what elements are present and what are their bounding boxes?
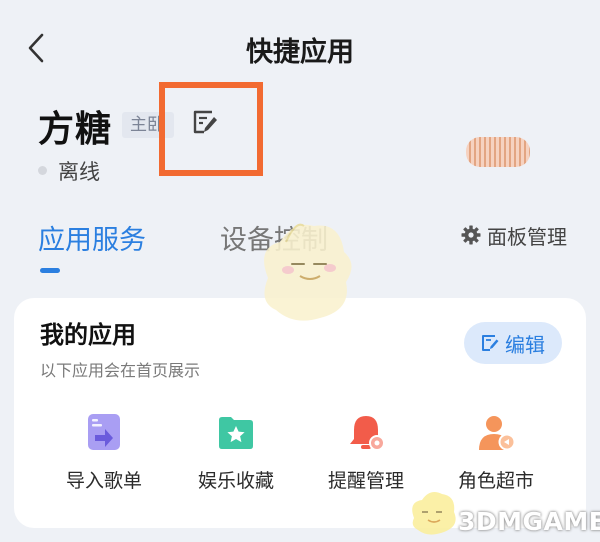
app-role-market[interactable]: 角色超市 bbox=[436, 412, 556, 493]
speaker-device-image bbox=[466, 137, 530, 167]
panel-management-label: 面板管理 bbox=[487, 224, 567, 249]
folder-star-icon bbox=[219, 417, 253, 449]
app-label: 导入歌单 bbox=[65, 470, 142, 492]
device-name: 方糖 bbox=[38, 109, 113, 150]
app-reminder-management[interactable]: 提醒管理 bbox=[306, 412, 426, 493]
edit-icon bbox=[482, 335, 499, 351]
app-import-playlist[interactable]: 导入歌单 bbox=[44, 412, 164, 493]
active-tab-indicator bbox=[40, 268, 60, 273]
mascot-logo-image bbox=[412, 492, 456, 535]
watermark-text: 3DMGAME bbox=[458, 507, 600, 536]
app-label: 娱乐收藏 bbox=[197, 470, 274, 492]
page-title: 快捷应用 bbox=[246, 37, 354, 68]
device-status: 离线 bbox=[58, 160, 100, 184]
bell-icon bbox=[350, 416, 385, 451]
status-dot bbox=[38, 166, 47, 175]
my-apps-subtitle: 以下应用会在首页展示 bbox=[40, 361, 201, 380]
tab-app-services[interactable]: 应用服务 bbox=[38, 218, 146, 257]
playlist-import-icon bbox=[88, 414, 120, 450]
app-entertainment-favorites[interactable]: 娱乐收藏 bbox=[176, 412, 296, 493]
edit-apps-label: 编辑 bbox=[505, 332, 545, 357]
gear-icon bbox=[461, 225, 481, 245]
my-apps-title: 我的应用 bbox=[40, 321, 136, 349]
edit-apps-button[interactable]: 编辑 bbox=[464, 322, 562, 364]
mascot-watermark-image bbox=[264, 223, 352, 321]
highlight-annotation-box bbox=[159, 82, 263, 176]
user-voice-icon bbox=[479, 416, 516, 451]
panel-management-button[interactable]: 面板管理 bbox=[461, 222, 567, 249]
